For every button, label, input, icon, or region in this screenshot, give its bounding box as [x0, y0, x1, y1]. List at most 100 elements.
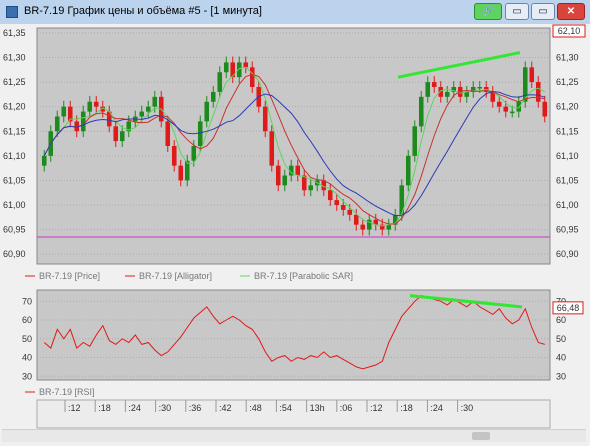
- candle-body: [262, 106, 268, 132]
- price-y-tick-left: 61,05: [3, 175, 26, 185]
- price-y-tick-left: 61,10: [3, 151, 26, 161]
- candle-body: [223, 62, 229, 73]
- price-legend-item: BR-7.19 [Price]: [39, 271, 100, 281]
- price-panel[interactable]: 61,3561,3561,3061,3061,2561,2561,2061,20…: [0, 24, 590, 286]
- price-y-tick-left: 61,20: [3, 102, 26, 112]
- candle-body: [308, 185, 314, 191]
- candle-body: [139, 111, 145, 117]
- candle-body: [243, 62, 249, 68]
- price-y-tick-left: 61,15: [3, 126, 26, 136]
- price-y-tick-left: 61,30: [3, 53, 26, 63]
- candle-body: [87, 101, 93, 112]
- price-y-tick-left: 61,00: [3, 200, 26, 210]
- time-axis-label: :30: [461, 403, 474, 413]
- candle-body: [295, 165, 301, 176]
- minimize-button[interactable]: ▭: [505, 3, 529, 20]
- time-axis-label: :54: [279, 403, 292, 413]
- candle-body: [405, 155, 411, 186]
- time-axis-label: :24: [128, 403, 141, 413]
- price-y-tick-left: 61,25: [3, 77, 26, 87]
- candle-body: [204, 101, 210, 122]
- price-y-tick-right: 61,20: [556, 102, 579, 112]
- candle-body: [327, 190, 333, 201]
- close-button[interactable]: ✕: [557, 3, 585, 20]
- candle-body: [269, 131, 275, 166]
- price-legend-item: BR-7.19 [Alligator]: [139, 271, 212, 281]
- price-y-tick-left: 61,35: [3, 28, 26, 38]
- candle-body: [230, 62, 236, 78]
- time-axis-label: :42: [219, 403, 232, 413]
- rsi-plot-area: [36, 289, 551, 381]
- price-chart-svg[interactable]: 61,3561,3561,3061,3061,2561,2561,2061,20…: [0, 24, 590, 286]
- rsi-y-tick-left: 40: [22, 353, 32, 363]
- candle-body: [80, 111, 86, 132]
- candle-body: [119, 131, 125, 142]
- time-axis-label: :36: [189, 403, 202, 413]
- candle-body: [477, 87, 483, 89]
- scrollbar-thumb[interactable]: [472, 432, 490, 440]
- time-axis-label: :18: [400, 403, 413, 413]
- horizontal-scrollbar[interactable]: [2, 429, 586, 442]
- candle-body: [178, 165, 184, 181]
- candle-body: [165, 121, 171, 146]
- time-axis-label: :12: [370, 403, 383, 413]
- time-axis-label: :30: [159, 403, 172, 413]
- rsi-value-badge: 66,48: [557, 303, 580, 313]
- window-titlebar: BR-7.19 График цены и объёма #5 - [1 мин…: [0, 0, 590, 25]
- rsi-panel[interactable]: 70 70 60 60 50 50 40 40 30 30 66,48: [0, 286, 590, 386]
- candle-body: [191, 146, 197, 161]
- time-axis-svg: BR-7.19 [RSI] :12 :18 :24 :30 :36 :42 :48 :54 13h…: [0, 386, 590, 429]
- candle-body: [529, 67, 535, 83]
- time-axis-label: :12: [68, 403, 81, 413]
- candle-body: [535, 82, 541, 102]
- candle-body: [444, 91, 450, 97]
- candle-body: [516, 101, 522, 112]
- price-y-tick-right: 60,90: [556, 249, 579, 259]
- candle-body: [425, 82, 431, 97]
- candle-body: [418, 96, 424, 127]
- candle-body: [542, 101, 548, 117]
- candle-body: [347, 209, 353, 215]
- rsi-y-tick-left: 50: [22, 334, 32, 344]
- maximize-button[interactable]: ▭: [531, 3, 555, 20]
- candle-body: [431, 82, 437, 87]
- candle-body: [509, 111, 515, 114]
- price-y-tick-left: 60,90: [3, 249, 26, 259]
- rsi-legend-item: BR-7.19 [RSI]: [39, 387, 95, 397]
- time-axis-label: :48: [249, 403, 262, 413]
- rsi-y-tick-left: 70: [22, 296, 32, 306]
- candle-body: [353, 214, 359, 225]
- candle-body: [113, 126, 119, 142]
- window-title: BR-7.19 График цены и объёма #5 - [1 мин…: [24, 5, 262, 17]
- time-axis-label: 13h: [310, 403, 325, 413]
- rsi-chart-svg[interactable]: 70 7060 6050 5040 4030 3066,48: [0, 286, 590, 386]
- rsi-y-tick-left: 60: [22, 315, 32, 325]
- rsi-y-tick-right: 30: [556, 371, 566, 381]
- time-axis-label: :06: [340, 403, 353, 413]
- link-button[interactable]: 🔗: [474, 3, 502, 20]
- rsi-y-tick-right: 40: [556, 353, 566, 363]
- rsi-y-tick-left: 30: [22, 371, 32, 381]
- time-axis-label: :18: [98, 403, 111, 413]
- candle-body: [41, 155, 47, 166]
- price-y-tick-right: 61,05: [556, 175, 579, 185]
- candle-body: [496, 101, 502, 107]
- candle-body: [217, 72, 223, 92]
- rsi-y-tick-right: 50: [556, 334, 566, 344]
- candle-body: [145, 106, 151, 112]
- price-y-tick-left: 60,95: [3, 225, 26, 235]
- price-y-tick-right: 61,15: [556, 126, 579, 136]
- candle-body: [412, 126, 418, 156]
- candle-body: [334, 200, 340, 205]
- price-legend-item: BR-7.19 [Parabolic SAR]: [254, 271, 353, 281]
- candle-body: [503, 106, 509, 112]
- candle-body: [360, 224, 366, 230]
- price-y-tick-right: 61,10: [556, 151, 579, 161]
- candle-body: [249, 67, 255, 87]
- candle-body: [210, 91, 216, 102]
- candle-body: [275, 165, 281, 186]
- candle-body: [171, 146, 177, 166]
- price-y-tick-right: 61,00: [556, 200, 579, 210]
- app-icon: [6, 6, 18, 18]
- price-y-tick-right: 60,95: [556, 225, 579, 235]
